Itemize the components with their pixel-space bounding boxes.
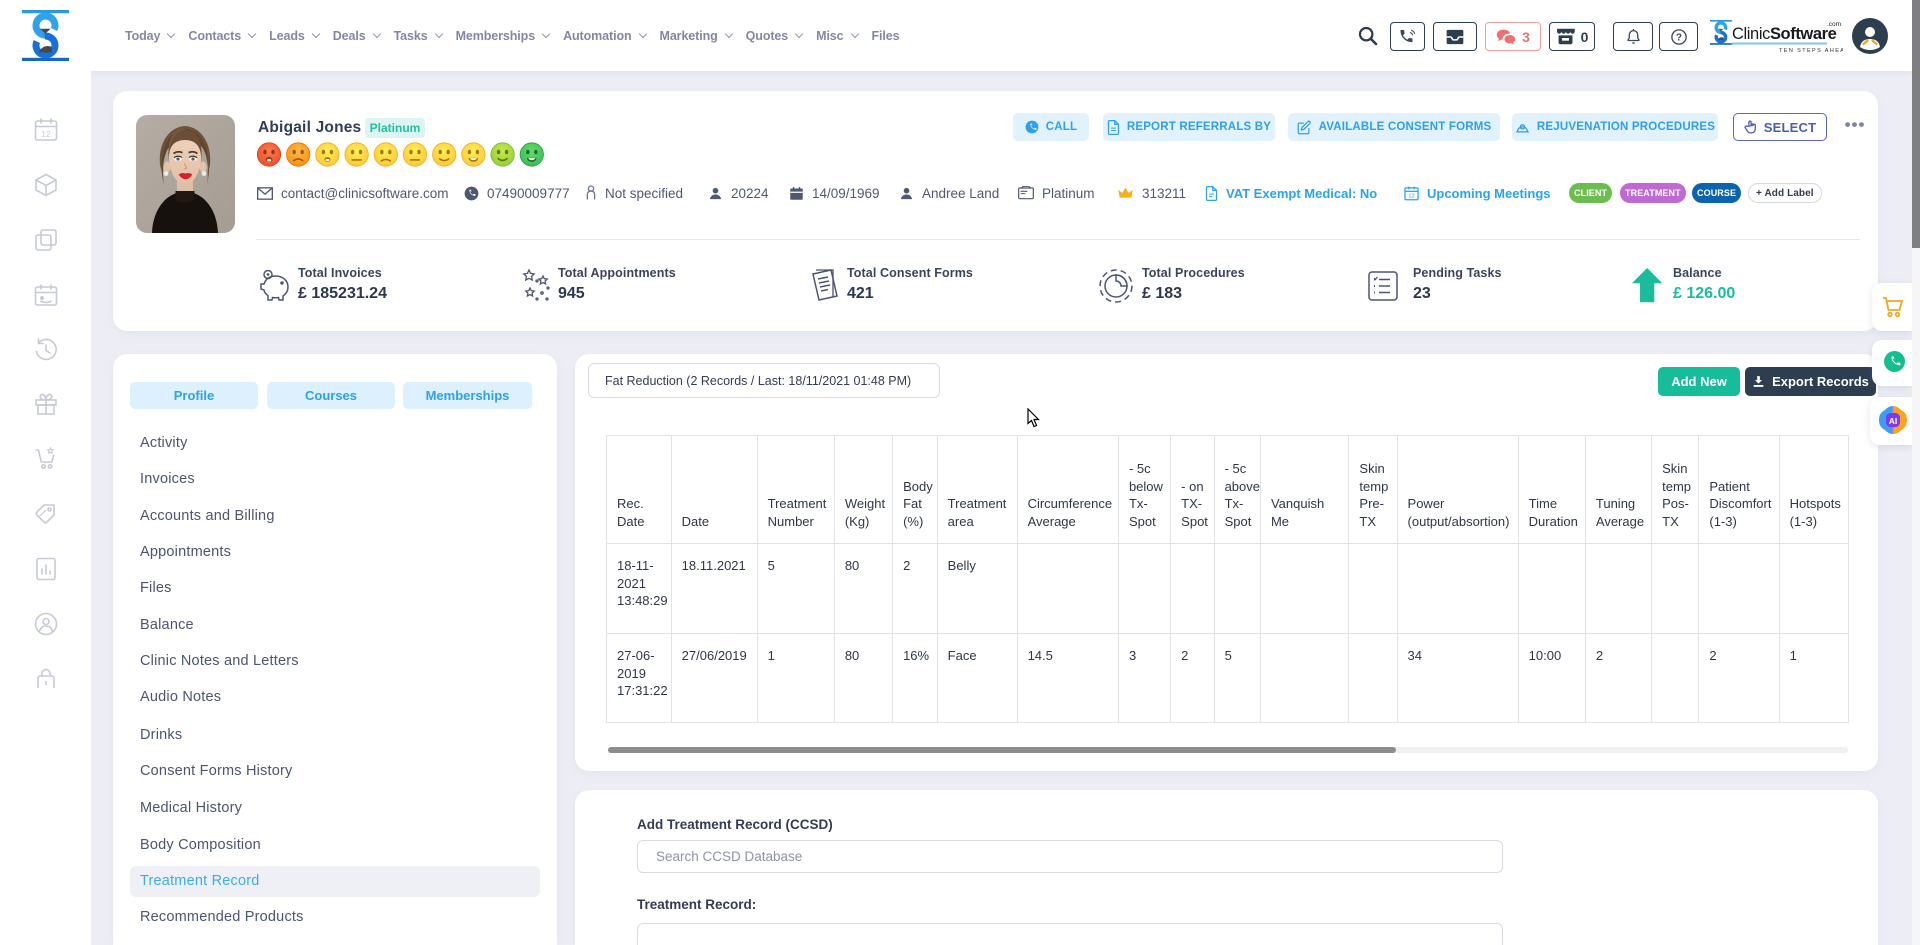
svg-text:AI: AI xyxy=(1889,416,1898,426)
svg-text:12: 12 xyxy=(1408,193,1414,199)
svg-text:?: ? xyxy=(1676,32,1682,43)
svg-text:12: 12 xyxy=(41,129,51,139)
svg-text:ClinicSoftware: ClinicSoftware xyxy=(1732,25,1837,43)
svg-text:.com: .com xyxy=(1827,21,1841,28)
svg-text:TEN STEPS AHEAD: TEN STEPS AHEAD xyxy=(1779,48,1843,54)
